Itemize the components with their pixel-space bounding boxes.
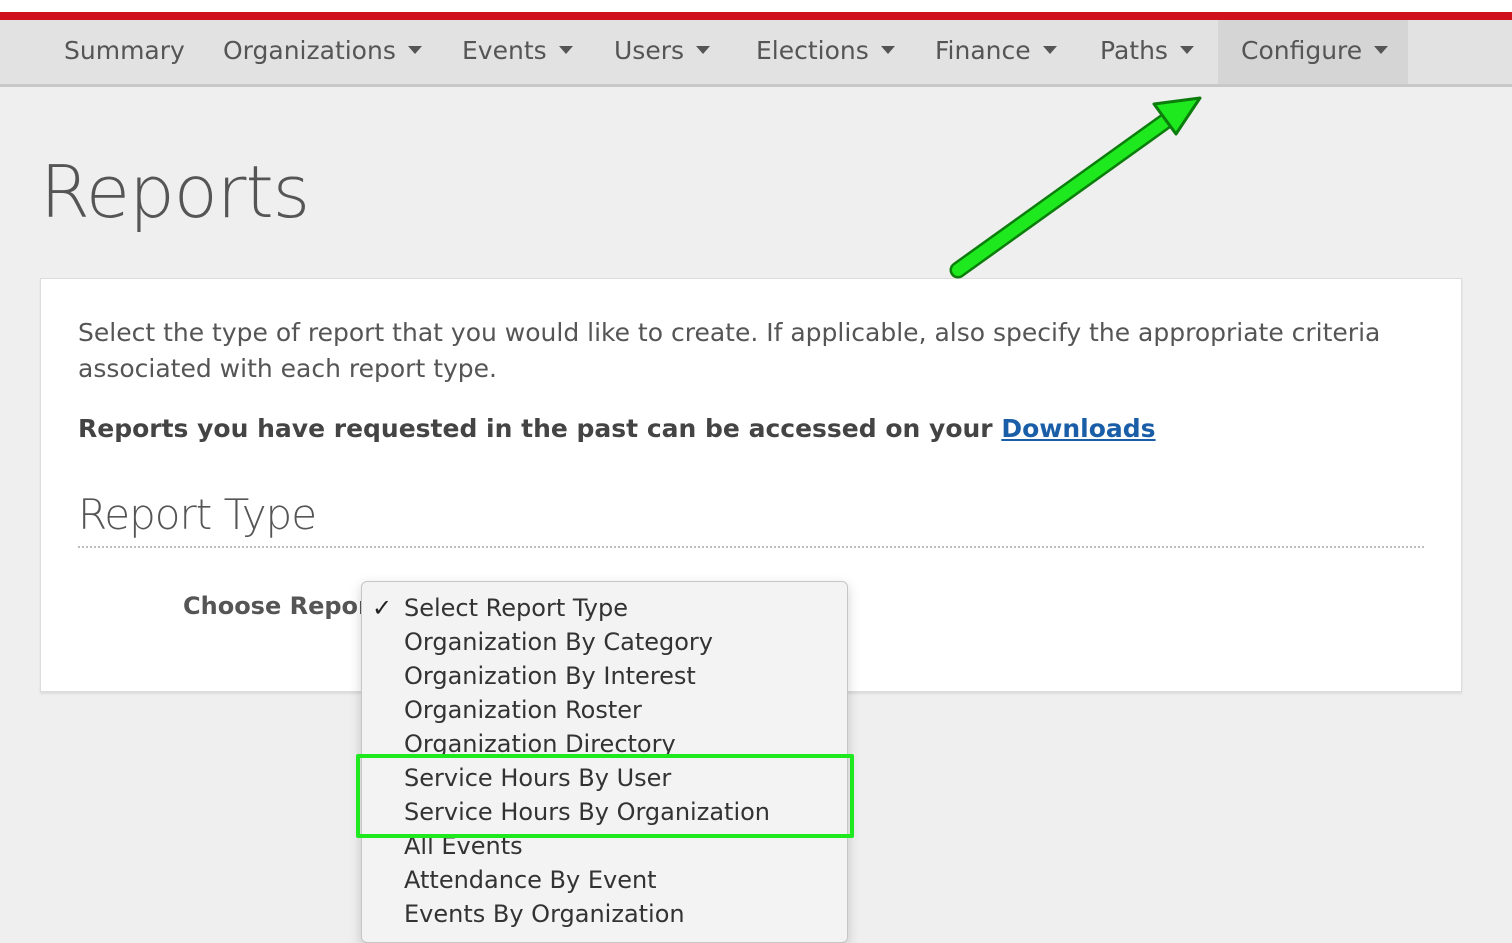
annotation-highlight-box [356, 754, 854, 838]
top-whitespace [0, 0, 1512, 12]
nav-elections-label: Elections [756, 36, 869, 65]
nav-finance-label: Finance [935, 36, 1031, 65]
nav-events-label: Events [462, 36, 547, 65]
nav-events[interactable]: Events [462, 20, 573, 84]
caret-down-icon [880, 46, 895, 54]
option-events-by-organization[interactable]: Events By Organization [404, 897, 685, 931]
page-title: Reports [40, 150, 310, 234]
past-reports-text: Reports you have requested in the past c… [78, 414, 1002, 443]
caret-down-icon [1042, 46, 1057, 54]
choose-report-label: Choose Report [183, 592, 382, 620]
section-divider [78, 546, 1424, 548]
caret-down-icon [1179, 46, 1194, 54]
brand-stripe [0, 12, 1512, 20]
nav-configure[interactable]: Configure [1218, 20, 1408, 84]
nav-summary-label: Summary [64, 36, 185, 65]
nav-users[interactable]: Users [614, 20, 711, 84]
intro-text: Select the type of report that you would… [78, 318, 1381, 383]
nav-paths[interactable]: Paths [1100, 20, 1194, 84]
option-organization-by-category[interactable]: Organization By Category [404, 625, 713, 659]
option-organization-roster[interactable]: Organization Roster [404, 693, 642, 727]
option-attendance-by-event[interactable]: Attendance By Event [404, 863, 657, 897]
caret-down-icon [1374, 46, 1389, 54]
nav-configure-label: Configure [1241, 36, 1363, 65]
caret-down-icon [407, 46, 422, 54]
checkmark-icon: ✓ [372, 594, 393, 622]
nav-organizations-label: Organizations [223, 36, 396, 65]
nav-finance[interactable]: Finance [935, 20, 1057, 84]
past-reports-note: Reports you have requested in the past c… [78, 414, 1156, 443]
option-organization-by-interest[interactable]: Organization By Interest [404, 659, 696, 693]
nav-organizations[interactable]: Organizations [223, 20, 422, 84]
nav-summary[interactable]: Summary [64, 20, 185, 84]
nav-paths-label: Paths [1100, 36, 1168, 65]
nav-users-label: Users [614, 36, 685, 65]
annotation-arrow-icon [949, 96, 1202, 279]
downloads-link[interactable]: Downloads [1001, 414, 1155, 443]
caret-down-icon [558, 46, 573, 54]
caret-down-icon [696, 46, 711, 54]
section-title: Report Type [78, 490, 317, 539]
option-select-report-type[interactable]: Select Report Type [404, 591, 628, 625]
nav-elections[interactable]: Elections [756, 20, 895, 84]
main-nav: Summary Organizations Events Users Elect… [0, 20, 1512, 87]
